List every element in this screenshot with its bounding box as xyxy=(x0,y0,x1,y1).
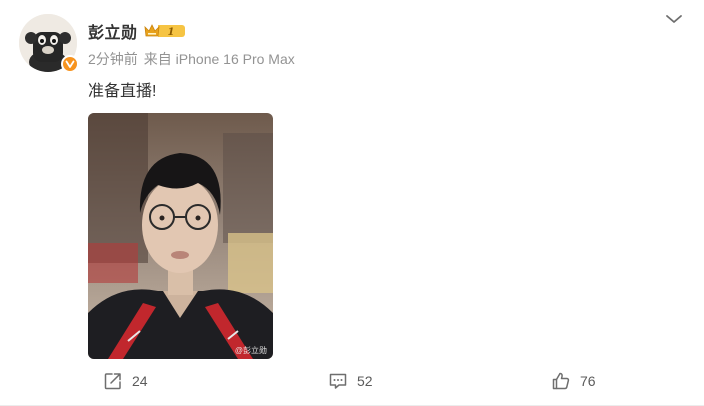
comment-count: 52 xyxy=(357,373,373,389)
avatar[interactable] xyxy=(19,14,79,73)
like-icon xyxy=(551,371,571,391)
like-button[interactable]: 76 xyxy=(551,370,596,392)
comment-icon xyxy=(328,371,348,391)
weibo-post-card: 彭立勋 1 2分钟前 来自 iPhone 16 Pro Max 准备直播! @彭… xyxy=(0,0,704,406)
post-source: 来自 iPhone 16 Pro Max xyxy=(143,51,295,67)
post-text: 准备直播! xyxy=(88,83,157,100)
chevron-down-icon[interactable] xyxy=(664,12,684,26)
verified-v-icon xyxy=(61,55,79,73)
repost-icon xyxy=(103,371,123,391)
vip-crown-icon[interactable]: 1 xyxy=(143,23,186,39)
repost-count: 24 xyxy=(132,373,148,389)
name-row: 彭立勋 1 xyxy=(88,20,186,42)
post-time[interactable]: 2分钟前 xyxy=(88,49,138,69)
post-photo[interactable]: @彭立勋 xyxy=(88,113,273,359)
photo-watermark: @彭立勋 xyxy=(234,346,267,355)
user-name[interactable]: 彭立勋 xyxy=(88,19,138,43)
vip-level: 1 xyxy=(167,27,174,38)
comment-button[interactable]: 52 xyxy=(328,370,373,392)
repost-button[interactable]: 24 xyxy=(103,370,148,392)
like-count: 76 xyxy=(580,373,596,389)
post-meta: 2分钟前 来自 iPhone 16 Pro Max xyxy=(88,49,295,69)
